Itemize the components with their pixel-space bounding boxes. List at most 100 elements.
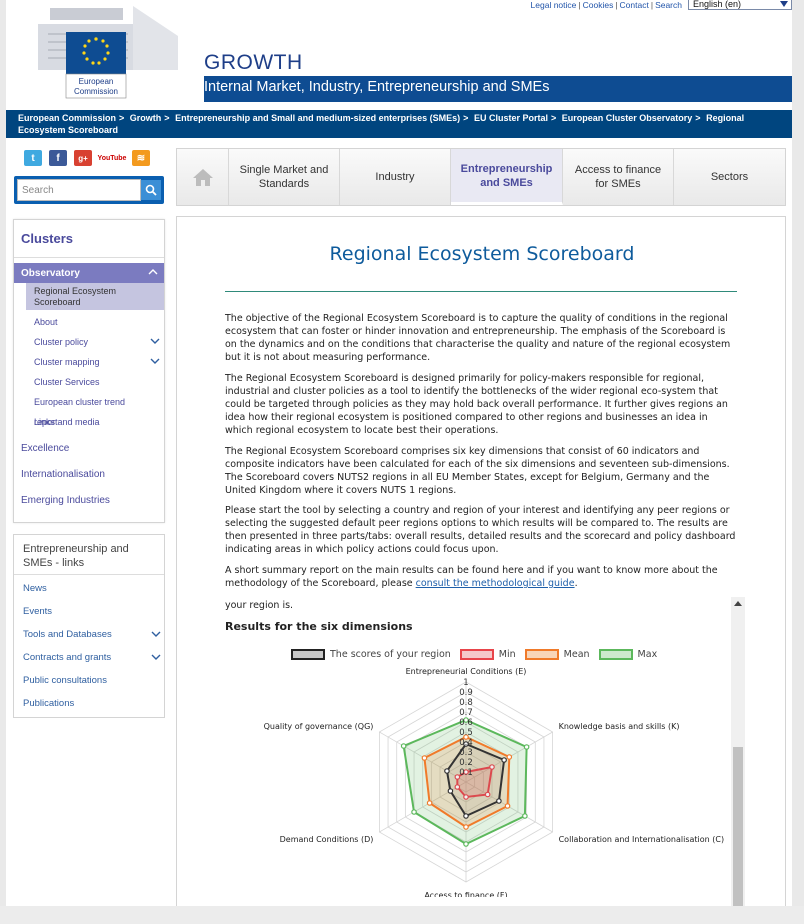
chevron-down-icon[interactable] <box>151 631 161 637</box>
legend-item[interactable]: Min <box>459 649 516 660</box>
home-tab[interactable] <box>177 149 229 205</box>
link-events[interactable]: Events <box>14 600 164 623</box>
tab-entrepreneurship[interactable]: Entrepreneurship and SMEs <box>451 149 563 205</box>
site-header: European Commission GROWTH Internal Mark… <box>6 0 792 110</box>
scoreboard-tool: your region is. Results for the six dime… <box>225 597 745 906</box>
axis-label: Entrepreneurial Conditions (E) <box>406 667 527 676</box>
page-title: Regional Ecosystem Scoreboard <box>329 243 635 265</box>
tick-label: 1 <box>463 678 468 688</box>
nav-item-internationalisation[interactable]: Internationalisation <box>14 462 164 488</box>
breadcrumb-link[interactable]: EU Cluster Portal <box>474 113 548 123</box>
legal-notice-link[interactable]: Legal notice <box>531 0 577 10</box>
link-contracts-grants[interactable]: Contracts and grants <box>14 646 164 669</box>
breadcrumb-link[interactable]: Growth <box>130 113 162 123</box>
axis-label: Access to finance (F) <box>424 891 507 897</box>
scroll-up-icon[interactable] <box>734 601 742 606</box>
nav-item-emerging-industries[interactable]: Emerging Industries <box>14 488 164 514</box>
search-box: Search <box>14 176 164 204</box>
series-point <box>463 841 469 847</box>
tab-single-market[interactable]: Single Market and Standards <box>229 149 340 205</box>
breadcrumb: European Commission > Growth > Entrepreneu… <box>6 110 792 138</box>
link-publications[interactable]: Publications <box>14 692 164 715</box>
twitter-icon[interactable]: t <box>24 150 42 166</box>
search-input[interactable]: Search <box>17 179 141 201</box>
tab-sectors[interactable]: Sectors <box>674 149 785 205</box>
nav-item-cluster-services[interactable]: Cluster Services <box>14 372 164 392</box>
logo-text-1: European <box>79 77 114 86</box>
tab-access-finance[interactable]: Access to finance for SMEs <box>563 149 674 205</box>
sme-links-panel: Entrepreneurship and SMEs - links News E… <box>13 534 165 718</box>
series-point <box>463 824 469 830</box>
scrollbar[interactable] <box>731 597 745 906</box>
series-point <box>501 757 507 763</box>
chevron-down-icon[interactable] <box>150 338 160 344</box>
tick-label: 0.2 <box>459 758 473 768</box>
series-point <box>400 743 407 749</box>
legend-item[interactable]: The scores of your region <box>291 649 451 660</box>
nav-item-links-media[interactable]: Links and media <box>14 412 164 432</box>
breadcrumb-link[interactable]: European Cluster Observatory <box>562 113 693 123</box>
scrollbar-thumb[interactable] <box>733 747 743 906</box>
radar-chart: 10.90.80.70.60.50.40.30.20.1 Entrepreneur… <box>264 667 725 897</box>
series-point <box>444 768 450 774</box>
nav-item-about[interactable]: About <box>14 312 164 332</box>
logo-text-2: Commission <box>74 87 118 96</box>
series-point <box>411 809 417 815</box>
series-point <box>421 755 428 761</box>
link-news[interactable]: News <box>14 577 164 600</box>
clusters-title[interactable]: Clusters <box>14 220 164 258</box>
google-plus-icon[interactable]: g+ <box>74 150 92 166</box>
main-content: Regional Ecosystem Scoreboard The object… <box>176 216 786 906</box>
tick-label: 0.4 <box>459 738 473 748</box>
clusters-nav: Clusters Observatory Regional Ecosystem … <box>13 219 165 523</box>
chevron-down-icon[interactable] <box>150 358 160 364</box>
tick-label: 0.7 <box>459 708 473 718</box>
series-point <box>447 788 454 794</box>
chevron-down-icon[interactable] <box>151 654 161 660</box>
intro-paragraph: The objective of the Regional Ecosystem … <box>225 313 731 363</box>
contact-link[interactable]: Contact <box>620 0 649 10</box>
youtube-icon[interactable]: YouTube <box>98 150 126 166</box>
instructions-paragraph: Please start the tool by selecting a cou… <box>225 505 736 555</box>
tick-label: 0.1 <box>459 768 473 778</box>
chevron-up-icon <box>148 269 158 275</box>
link-tools-databases[interactable]: Tools and Databases <box>14 623 164 646</box>
series-point <box>426 800 433 806</box>
european-commission-logo: European Commission <box>38 6 178 99</box>
nav-item-trend-report[interactable]: European cluster trend report <box>14 392 164 427</box>
tick-label: 0.9 <box>459 688 473 698</box>
cookies-link[interactable]: Cookies <box>583 0 614 10</box>
series-point <box>463 813 469 819</box>
breadcrumb-link[interactable]: European Commission <box>18 113 116 123</box>
legend-item[interactable]: Mean <box>524 649 590 660</box>
legend-item[interactable]: Max <box>598 649 657 660</box>
search-icon <box>145 184 157 196</box>
search-link[interactable]: Search <box>655 0 682 10</box>
link-public-consultations[interactable]: Public consultations <box>14 669 164 692</box>
series-point <box>504 803 511 809</box>
tick-label: 0.5 <box>459 728 473 738</box>
dropdown-arrow-icon <box>780 1 788 7</box>
nav-item-excellence[interactable]: Excellence <box>14 436 164 462</box>
breadcrumb-link[interactable]: Entrepreneurship and Small and medium-si… <box>175 113 460 123</box>
site-title[interactable]: GROWTH <box>204 51 303 75</box>
tab-industry[interactable]: Industry <box>340 149 451 205</box>
methodological-guide-link[interactable]: consult the methodological guide <box>416 578 575 589</box>
dimensions-paragraph: The Regional Ecosystem Scoreboard compri… <box>225 446 730 496</box>
observatory-item[interactable]: Observatory <box>14 263 164 283</box>
purpose-paragraph: The Regional Ecosystem Scoreboard is des… <box>225 373 728 436</box>
search-button[interactable] <box>141 180 161 200</box>
axis-label: Collaboration and Internationalisation (… <box>559 835 725 844</box>
title-divider <box>225 291 737 292</box>
nav-item-selected[interactable]: Regional Ecosystem Scoreboard <box>26 283 164 310</box>
axis-label: Knowledge basis and skills (K) <box>559 722 680 731</box>
language-select[interactable]: English (en) <box>688 0 792 10</box>
nav-item-cluster-mapping[interactable]: Cluster mapping <box>14 352 164 372</box>
nav-item-cluster-policy[interactable]: Cluster policy <box>14 332 164 352</box>
series-point <box>523 744 530 750</box>
facebook-icon[interactable]: f <box>49 150 67 166</box>
site-subtitle: Internal Market, Industry, Entrepreneurs… <box>204 76 792 102</box>
series-point <box>506 754 513 760</box>
rss-icon[interactable]: ≋ <box>132 150 150 166</box>
summary-paragraph: A short summary report on the main resul… <box>225 565 718 589</box>
